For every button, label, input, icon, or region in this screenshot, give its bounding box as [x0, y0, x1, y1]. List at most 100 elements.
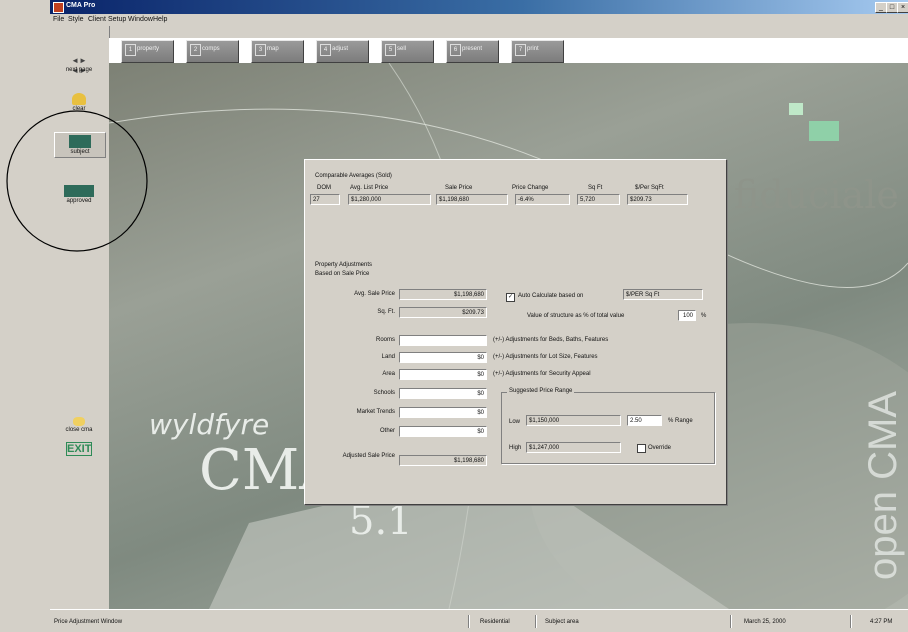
tab-number: 5 [385, 44, 396, 56]
override-checkbox[interactable] [637, 444, 646, 453]
tab-number: 4 [320, 44, 331, 56]
tab-present[interactable]: 6 present [446, 40, 499, 63]
arrows-icon: ◄► ◄► [71, 56, 87, 75]
left-sidebar: ◄► ◄► next page clear subject approved c… [50, 26, 110, 609]
next-page-label: next page [65, 67, 93, 73]
range-percent-input[interactable]: 2.50 [627, 415, 662, 426]
menu-client[interactable]: Client [88, 16, 106, 23]
close-cma-label: close cma [65, 427, 93, 433]
tab-number: 7 [515, 44, 526, 56]
status-message: Price Adjustment Window [54, 619, 123, 625]
tab-label: comps [202, 46, 220, 52]
percent-sign: % [701, 313, 707, 319]
col-dom: DOM [317, 185, 331, 191]
close-cma-button[interactable]: close cma [54, 417, 104, 433]
tab-number: 2 [190, 44, 201, 56]
row-label-market-trends: Market Trends [356, 409, 395, 415]
next-page-button[interactable]: ◄► ◄► next page [54, 56, 104, 75]
status-divider [850, 615, 852, 628]
approved-button[interactable]: approved [54, 185, 104, 204]
price-range-title: Suggested Price Range [507, 388, 575, 394]
col-price-change: Price Change [512, 185, 549, 191]
land-note: (+/-) Adjustments for Lot Size, Features [493, 354, 598, 360]
value-of-structure-input[interactable]: 100 [678, 310, 696, 321]
tab-label: present [462, 46, 483, 52]
tab-label: adjust [332, 46, 349, 52]
menu-bar: File Style Client Setup Window Help [50, 14, 908, 26]
tab-toolbar: 1 property 2 comps 3 map 4 adjust 5 sell 6 pre… [109, 38, 908, 63]
avg-dom-field: 27 [310, 194, 340, 205]
value-of-structure-label: Value of structure as % of total value [527, 313, 625, 319]
brand-logo: wyldfyre [149, 408, 270, 441]
override-label: Override [648, 445, 672, 451]
avg-sale-price-field: $1,198,680 [436, 194, 508, 205]
tab-map[interactable]: 3 map [251, 40, 304, 63]
adjusted-sale-price-value: $1,198,680 [399, 455, 487, 466]
avg-list-price-field: $1,280,000 [348, 194, 431, 205]
exit-button[interactable]: EXIT [54, 442, 104, 456]
clear-label: clear [72, 106, 86, 112]
high-price-field: $1,247,000 [526, 442, 621, 453]
avg-price-change-field: -6.4% [515, 194, 570, 205]
sqft-value: $209.73 [399, 307, 487, 318]
status-divider [468, 615, 470, 628]
app-icon [53, 2, 64, 13]
adjusted-sale-price-label: Adjusted Sale Price [342, 453, 395, 459]
clear-button[interactable]: clear [54, 93, 104, 112]
row-label-sqft: Sq. Ft. [377, 309, 395, 315]
avg-sqft-field: 5,720 [577, 194, 620, 205]
col-sale-price: Sale Price [445, 185, 473, 191]
row-label-other: Other [379, 428, 395, 434]
adjustments-subtitle: Based on Sale Price [315, 271, 370, 277]
close-button[interactable]: × [897, 2, 908, 13]
menu-help[interactable]: Help [153, 16, 167, 23]
tab-number: 6 [450, 44, 461, 56]
house-icon [69, 135, 91, 148]
tab-number: 3 [255, 44, 266, 56]
col-list-price: Avg. List Price [350, 185, 389, 191]
tab-label: property [137, 46, 160, 52]
high-label: High [509, 445, 522, 451]
area-note: (+/-) Adjustments for Security Appeal [493, 371, 591, 377]
rooms-input[interactable] [399, 335, 487, 346]
avg-sale-price-value: $1,198,680 [399, 289, 487, 300]
row-label-area: Area [382, 371, 395, 377]
col-per-sqft: $/Per SqFt [635, 185, 664, 191]
subject-button[interactable]: subject [54, 132, 106, 158]
schools-input[interactable]: $0 [399, 388, 487, 399]
broom-icon [72, 93, 86, 105]
auto-calculate-checkbox[interactable]: ✓ [506, 293, 515, 302]
status-mode: Residential [480, 619, 510, 625]
tab-print[interactable]: 7 print [511, 40, 564, 63]
averages-title: Comparable Averages (Sold) [315, 173, 392, 179]
menu-style[interactable]: Style [68, 16, 84, 23]
market-trends-input[interactable]: $0 [399, 407, 487, 418]
status-divider [535, 615, 537, 628]
tab-label: print [527, 46, 539, 52]
status-date: March 25, 2000 [744, 619, 786, 625]
faint-text: fiduciale [734, 173, 899, 217]
tab-property[interactable]: 1 property [121, 40, 174, 63]
other-input[interactable]: $0 [399, 426, 487, 437]
menu-window[interactable]: Window [128, 16, 153, 23]
window-title: CMA Pro [66, 2, 96, 9]
price-adjustment-panel: Comparable Averages (Sold) DOM Avg. List… [304, 159, 727, 505]
area-input[interactable]: $0 [399, 369, 487, 380]
tab-label: map [267, 46, 279, 52]
tab-comps[interactable]: 2 comps [186, 40, 239, 63]
menu-setup[interactable]: Setup [108, 16, 126, 23]
menu-file[interactable]: File [53, 16, 64, 23]
tab-label: sell [397, 46, 407, 52]
title-bar: CMA Pro _ □ × [50, 0, 908, 14]
rooms-note: (+/-) Adjustments for Beds, Baths, Featu… [493, 337, 609, 343]
chat-icon [73, 417, 85, 426]
land-input[interactable]: $0 [399, 352, 487, 363]
tab-adjust[interactable]: 4 adjust [316, 40, 369, 63]
auto-calculate-select[interactable]: $/PER Sq Ft [623, 289, 703, 300]
low-price-field: $1,150,000 [526, 415, 621, 426]
range-percent-label: % Range [668, 418, 693, 424]
tab-sell[interactable]: 5 sell [381, 40, 434, 63]
status-bar: Price Adjustment Window Residential Subj… [50, 609, 908, 632]
auto-calculate-label: Auto Calculate based on [518, 293, 584, 299]
adjustments-title: Property Adjustments [315, 262, 373, 268]
